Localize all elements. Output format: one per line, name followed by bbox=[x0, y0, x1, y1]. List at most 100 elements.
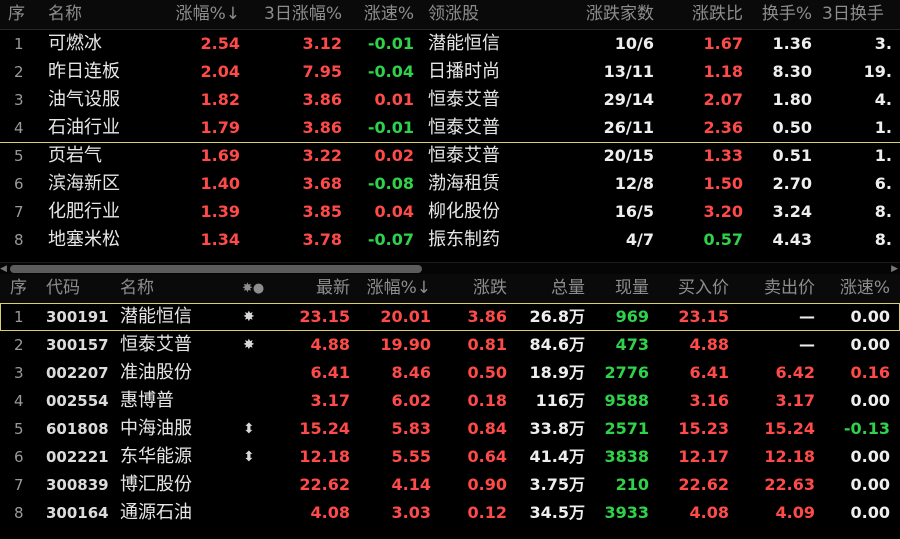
sector-change-pct: 1.34 bbox=[200, 230, 240, 249]
stock-speed: 0.00 bbox=[850, 503, 890, 522]
sector-turnover: 1.80 bbox=[772, 90, 812, 109]
sector-row[interactable]: 4 石油行业 1.79 3.86 -0.01 恒泰艾普 26/11 2.36 0.50 1. bbox=[0, 114, 900, 142]
stock-change: 0.90 bbox=[467, 475, 507, 494]
sector-change-pct: 1.82 bbox=[200, 90, 240, 109]
stock-row[interactable]: 5 601808 中海油服 ⬍ 15.24 5.83 0.84 33.8万 2571 15.23 1… bbox=[0, 415, 900, 443]
sector-up-down-ratio: 1.18 bbox=[703, 62, 743, 81]
stock-row[interactable]: 7 300839 博汇股份 22.62 4.14 0.90 3.75万 210 22.62 22.… bbox=[0, 471, 900, 499]
stock-code: 300157 bbox=[46, 336, 109, 354]
sector-3day-turnover: 8. bbox=[874, 202, 892, 221]
stock-bid-price: 22.62 bbox=[678, 475, 729, 494]
stock-row[interactable]: 4 002554 惠博普 3.17 6.02 0.18 116万 9588 3.16 3.17 0.… bbox=[0, 387, 900, 415]
col-header-leader[interactable]: 领涨股 bbox=[428, 0, 479, 29]
sector-row[interactable]: 7 化肥行业 1.39 3.85 0.04 柳化股份 16/5 3.20 3.24 8. bbox=[0, 198, 900, 226]
col-header-code[interactable]: 代码 bbox=[46, 274, 80, 303]
sector-speed: -0.04 bbox=[367, 62, 414, 81]
stock-name: 博汇股份 bbox=[120, 474, 192, 495]
sector-up-down-ratio: 3.20 bbox=[703, 202, 743, 221]
col-header-vol[interactable]: 总量 bbox=[551, 274, 585, 303]
col-header-last[interactable]: 最新 bbox=[316, 274, 350, 303]
stock-row[interactable]: 2 300157 恒泰艾普 ✸ 4.88 19.90 0.81 84.6万 473 4.88 — 0.… bbox=[0, 331, 900, 359]
stock-current-volume: 2776 bbox=[604, 363, 649, 382]
col-header-ask[interactable]: 卖出价 bbox=[764, 274, 815, 303]
col-header-idx[interactable]: 序 bbox=[8, 0, 25, 29]
row-index: 6 bbox=[14, 175, 24, 193]
sector-leader-stock: 柳化股份 bbox=[428, 201, 500, 222]
stock-code: 601808 bbox=[46, 420, 109, 438]
row-index: 7 bbox=[14, 203, 24, 221]
stock-last-price: 6.41 bbox=[310, 363, 350, 382]
col-header-flag-icon[interactable]: ✸● bbox=[242, 274, 264, 303]
stock-table-header: 序 代码 名称 ✸● 最新 涨幅%↓ 涨跌 总量 现量 买入价 卖出价 涨速% bbox=[0, 274, 900, 304]
stock-speed: 0.00 bbox=[850, 391, 890, 410]
stock-last-price: 4.88 bbox=[310, 335, 350, 354]
stock-change-pct: 6.02 bbox=[391, 391, 431, 410]
sector-leader-stock: 恒泰艾普 bbox=[428, 89, 500, 110]
sector-change-pct: 1.40 bbox=[200, 174, 240, 193]
stock-volume: 18.9万 bbox=[529, 363, 585, 382]
sector-3day-change: 3.78 bbox=[302, 230, 342, 249]
col-header-ratio[interactable]: 涨跌比 bbox=[692, 0, 743, 29]
sector-name: 地塞米松 bbox=[48, 229, 120, 250]
sector-turnover: 0.50 bbox=[772, 118, 812, 137]
scrollbar-thumb[interactable] bbox=[10, 265, 422, 273]
row-index: 2 bbox=[14, 63, 24, 81]
sector-up-down-ratio: 1.67 bbox=[703, 34, 743, 53]
row-index: 5 bbox=[14, 147, 24, 165]
col-header-speed[interactable]: 涨速% bbox=[364, 0, 414, 29]
sector-up-down-ratio: 1.50 bbox=[703, 174, 743, 193]
stock-row[interactable]: 3 002207 准油股份 6.41 8.46 0.50 18.9万 2776 6.41 6.42… bbox=[0, 359, 900, 387]
sector-speed: 0.04 bbox=[374, 202, 414, 221]
limit-up-star-icon: ✸ bbox=[243, 337, 255, 353]
sector-row[interactable]: 5 页岩气 1.69 3.22 0.02 恒泰艾普 20/15 1.33 0.51 1. bbox=[0, 142, 900, 170]
stock-change-pct: 5.83 bbox=[391, 419, 431, 438]
stock-current-volume: 9588 bbox=[604, 391, 649, 410]
col-header-chg3[interactable]: 3日涨幅% bbox=[264, 0, 342, 29]
sector-turnover: 1.36 bbox=[772, 34, 812, 53]
col-header-name[interactable]: 名称 bbox=[120, 274, 154, 303]
sector-3day-change: 3.22 bbox=[302, 146, 342, 165]
sector-speed: -0.08 bbox=[367, 174, 414, 193]
col-header-idx[interactable]: 序 bbox=[10, 274, 27, 303]
sector-3day-turnover: 1. bbox=[874, 118, 892, 137]
col-header-name[interactable]: 名称 bbox=[48, 0, 82, 29]
sector-leader-stock: 恒泰艾普 bbox=[428, 145, 500, 166]
stock-current-volume: 3838 bbox=[604, 447, 649, 466]
sector-row[interactable]: 2 昨日连板 2.04 7.95 -0.04 日播时尚 13/11 1.18 8.30 19. bbox=[0, 58, 900, 86]
sector-name: 化肥行业 bbox=[48, 201, 120, 222]
sector-row[interactable]: 3 油气设服 1.82 3.86 0.01 恒泰艾普 29/14 2.07 1.80 4. bbox=[0, 86, 900, 114]
col-header-change[interactable]: 涨跌 bbox=[473, 274, 507, 303]
stock-row[interactable]: 6 002221 东华能源 ⬍ 12.18 5.55 0.64 41.4万 3838 12.17 1… bbox=[0, 443, 900, 471]
stock-change: 0.18 bbox=[467, 391, 507, 410]
sector-leader-stock: 渤海租赁 bbox=[428, 173, 500, 194]
stock-last-price: 15.24 bbox=[299, 419, 350, 438]
col-header-cur[interactable]: 现量 bbox=[615, 274, 649, 303]
col-header-bid[interactable]: 买入价 bbox=[678, 274, 729, 303]
row-index: 8 bbox=[14, 504, 24, 522]
col-header-chg[interactable]: 涨幅%↓ bbox=[367, 274, 431, 303]
col-header-turnover3[interactable]: 3日换手 bbox=[822, 0, 884, 29]
sector-change-pct: 2.54 bbox=[200, 34, 240, 53]
stock-row[interactable]: 8 300164 通源石油 4.08 3.03 0.12 34.5万 3933 4.08 4.09… bbox=[0, 499, 900, 527]
col-header-updown[interactable]: 涨跌家数 bbox=[586, 0, 654, 29]
col-header-turnover[interactable]: 换手% bbox=[762, 0, 812, 29]
row-index: 7 bbox=[14, 476, 24, 494]
stock-current-volume: 3933 bbox=[604, 503, 649, 522]
sector-up-down-ratio: 2.07 bbox=[703, 90, 743, 109]
stock-volume: 84.6万 bbox=[529, 335, 585, 354]
sector-name: 油气设服 bbox=[48, 89, 120, 110]
row-index: 8 bbox=[14, 231, 24, 249]
sector-name: 石油行业 bbox=[48, 117, 120, 138]
sector-row[interactable]: 6 滨海新区 1.40 3.68 -0.08 渤海租赁 12/8 1.50 2.70 6. bbox=[0, 170, 900, 198]
sector-speed: -0.01 bbox=[367, 34, 414, 53]
stock-ask-price: 3.17 bbox=[775, 391, 815, 410]
sector-row[interactable]: 8 地塞米松 1.34 3.78 -0.07 振东制药 4/7 0.57 4.43 8. bbox=[0, 226, 900, 254]
sector-row[interactable]: 1 可燃冰 2.54 3.12 -0.01 潜能恒信 10/6 1.67 1.36 3. bbox=[0, 30, 900, 58]
col-header-chg[interactable]: 涨幅%↓ bbox=[176, 0, 240, 29]
sector-up-down-count: 29/14 bbox=[603, 90, 654, 109]
sector-table-header: 序 名称 涨幅%↓ 3日涨幅% 涨速% 领涨股 涨跌家数 涨跌比 换手% 3日换… bbox=[0, 0, 900, 30]
stock-bid-price: 3.16 bbox=[689, 391, 729, 410]
sector-turnover: 4.43 bbox=[772, 230, 812, 249]
stock-volume: 116万 bbox=[535, 391, 585, 410]
col-header-speed[interactable]: 涨速% bbox=[840, 274, 890, 303]
